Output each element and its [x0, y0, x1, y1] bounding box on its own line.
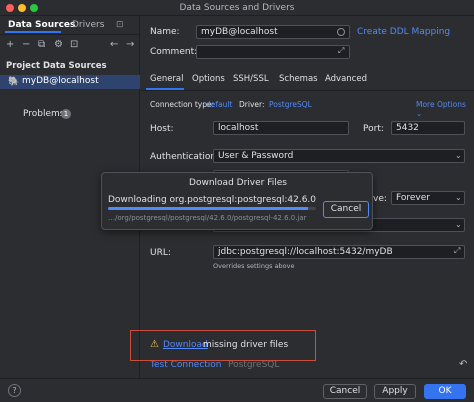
duplicate-icon[interactable]: ⧉: [38, 40, 45, 50]
missing-driver-warning: ⚠ Download missing driver files: [130, 330, 316, 361]
problems-count-badge: 1: [61, 109, 71, 119]
postgresql-icon: 🐘: [8, 77, 20, 87]
download-progress-fill: [108, 207, 308, 210]
chevron-down-icon: ⌄: [455, 193, 462, 202]
name-label: Name:: [150, 27, 180, 37]
tab-data-sources[interactable]: Data Sources: [8, 20, 75, 30]
connection-type-link[interactable]: default: [206, 100, 232, 109]
apply-button[interactable]: Apply: [374, 384, 416, 399]
settings-icon[interactable]: ⚙: [54, 40, 63, 50]
tab-advanced[interactable]: Advanced: [325, 74, 367, 84]
more-options-link[interactable]: More Options ⌄: [416, 100, 474, 118]
driver-label: Driver:: [239, 100, 265, 109]
chevron-down-icon: ⌄: [455, 151, 462, 160]
name-input-value: myDB@localhost: [201, 27, 278, 37]
window-title: Data Sources and Drivers: [179, 3, 295, 13]
make-global-icon[interactable]: ⊡: [70, 40, 78, 50]
test-driver-label: PostgreSQL: [228, 360, 280, 370]
url-input-value: jdbc:postgresql://localhost:5432/myDB: [218, 247, 393, 257]
warning-text: missing driver files: [203, 340, 289, 350]
download-progress-bar: [108, 207, 316, 210]
tab-ssh-ssl[interactable]: SSH/SSL: [233, 74, 269, 84]
expand-icon[interactable]: ⤢: [454, 246, 460, 256]
comment-label: Comment:: [150, 47, 198, 57]
color-picker-icon[interactable]: [337, 28, 345, 36]
dialog-message: Downloading org.postgresql:postgresql:42…: [108, 195, 317, 205]
url-override-note: Overrides settings above: [213, 262, 295, 270]
expand-icon[interactable]: ⤢: [338, 46, 344, 56]
url-label: URL:: [150, 248, 171, 258]
dialog-cancel-button[interactable]: Cancel: [323, 201, 369, 218]
datasource-item-label: myDB@localhost: [22, 76, 99, 86]
problems-item[interactable]: Problems: [23, 109, 64, 119]
project-data-sources-header: Project Data Sources: [6, 61, 107, 71]
connection-type-label: Connection type:: [150, 100, 215, 109]
tab-overflow-icon[interactable]: ⊡: [116, 20, 124, 30]
port-input[interactable]: 5432: [391, 121, 465, 135]
name-input[interactable]: myDB@localhost: [196, 25, 350, 39]
add-icon[interactable]: +: [6, 40, 14, 50]
driver-link[interactable]: PostgreSQL: [269, 100, 312, 109]
host-input-value: localhost: [218, 123, 259, 133]
port-label: Port:: [363, 124, 384, 134]
save-password-select[interactable]: Forever: [391, 191, 465, 205]
test-connection-link[interactable]: Test Connection: [150, 360, 222, 370]
revert-icon[interactable]: ↶: [459, 359, 467, 370]
datasource-item[interactable]: 🐘 myDB@localhost: [0, 75, 140, 89]
tabs-divider: [0, 34, 140, 35]
tab-general[interactable]: General: [150, 74, 184, 84]
help-button[interactable]: ?: [8, 384, 21, 397]
authentication-select-value: User & Password: [218, 151, 294, 161]
download-file-path: …/org/postgresql/postgresql/42.6.0/postg…: [108, 214, 307, 222]
port-input-value: 5432: [396, 123, 419, 133]
authentication-select[interactable]: User & Password: [213, 149, 465, 163]
back-arrow-icon[interactable]: ←: [110, 40, 118, 50]
tabs-divider: [141, 90, 474, 91]
tab-data-sources-indicator: [5, 31, 61, 33]
warning-icon: ⚠: [150, 339, 159, 350]
tab-options[interactable]: Options: [192, 74, 225, 84]
save-password-select-value: Forever: [396, 193, 430, 203]
comment-input[interactable]: [196, 45, 350, 59]
save-password-label: ve:: [373, 194, 387, 204]
dialog-title: Download Driver Files: [189, 178, 287, 188]
authentication-label: Authentication:: [150, 152, 220, 162]
cancel-button[interactable]: Cancel: [323, 384, 367, 399]
download-driver-dialog: Download Driver Files Downloading org.po…: [101, 172, 373, 230]
chevron-down-icon: ⌄: [455, 220, 462, 229]
create-ddl-mapping-link[interactable]: Create DDL Mapping: [357, 27, 450, 37]
host-label: Host:: [150, 124, 174, 134]
tab-drivers[interactable]: Drivers: [72, 20, 104, 30]
ok-button[interactable]: OK: [424, 384, 466, 399]
footer-bar: ? Cancel Apply OK: [0, 378, 474, 402]
title-bar: Data Sources and Drivers: [0, 0, 474, 16]
tab-schemas[interactable]: Schemas: [279, 74, 318, 84]
remove-icon[interactable]: −: [22, 40, 30, 50]
url-input[interactable]: jdbc:postgresql://localhost:5432/myDB: [213, 245, 465, 259]
more-options-label: More Options: [416, 100, 466, 109]
download-driver-link[interactable]: Download: [163, 340, 208, 350]
host-input[interactable]: localhost: [213, 121, 349, 135]
chevron-down-icon: ⌄: [416, 109, 423, 118]
forward-arrow-icon[interactable]: →: [126, 40, 134, 50]
